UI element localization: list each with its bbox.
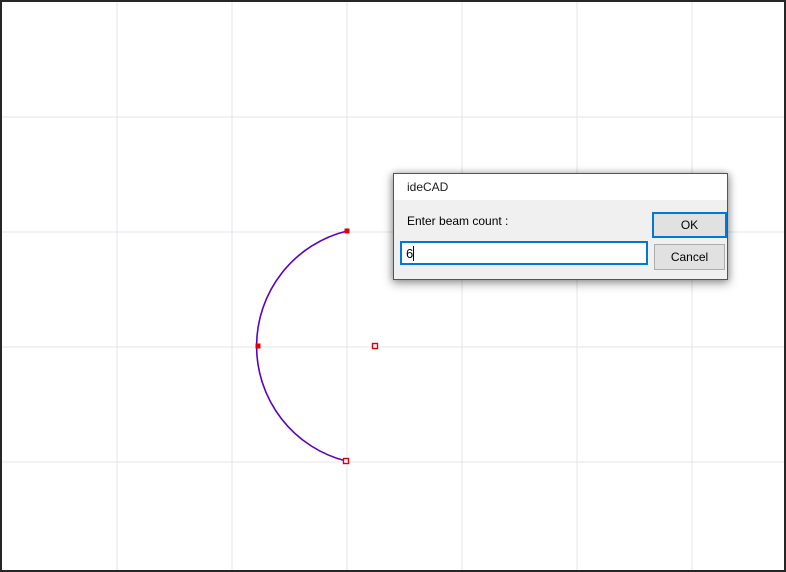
- dialog-title: ideCAD: [407, 180, 448, 194]
- dialog-titlebar[interactable]: ideCAD: [394, 174, 727, 200]
- beam-count-input-field[interactable]: [402, 243, 646, 263]
- beam-count-input[interactable]: [400, 241, 648, 265]
- beam-count-label: Enter beam count :: [407, 214, 508, 228]
- text-caret: [413, 246, 414, 261]
- beam-arc[interactable]: [257, 231, 347, 461]
- arc-left-point-marker[interactable]: [256, 344, 261, 349]
- cancel-button[interactable]: Cancel: [654, 244, 725, 270]
- drawing-canvas[interactable]: [2, 2, 784, 570]
- cad-window: ideCAD Enter beam count : OK Cancel: [0, 0, 786, 572]
- arc-end-point-marker[interactable]: [344, 459, 349, 464]
- arc-start-point-marker[interactable]: [345, 229, 350, 234]
- arc-center-point-marker[interactable]: [373, 344, 378, 349]
- dialog-body: Enter beam count : OK Cancel: [394, 200, 727, 279]
- beam-count-dialog: ideCAD Enter beam count : OK Cancel: [393, 173, 728, 280]
- ok-button[interactable]: OK: [652, 212, 727, 238]
